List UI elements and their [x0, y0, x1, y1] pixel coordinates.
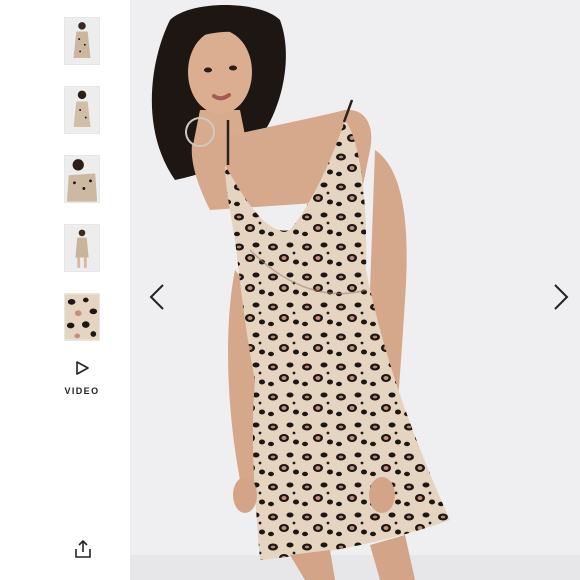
main-product-image[interactable] [130, 0, 580, 580]
model-back-thumbnail-image [65, 87, 99, 133]
chevron-left-icon [149, 284, 164, 310]
thumbnail-rail: VIDEO [0, 0, 130, 580]
fabric-detail-thumbnail-image [65, 294, 99, 340]
model-closeup-thumbnail-image [65, 156, 99, 202]
share-button[interactable] [72, 538, 94, 560]
video-label: VIDEO [64, 386, 100, 396]
leopard-dress-model-photo [130, 0, 580, 580]
thumbnail-2[interactable] [64, 86, 100, 134]
video-button[interactable]: VIDEO [60, 358, 104, 402]
play-icon [76, 361, 89, 375]
share-icon [75, 540, 91, 558]
previous-image-button[interactable] [146, 282, 168, 312]
thumbnail-5[interactable] [64, 293, 100, 341]
chevron-right-icon [554, 284, 569, 310]
thumbnail-1[interactable] [64, 17, 100, 65]
next-image-button[interactable] [550, 282, 572, 312]
model-side-thumbnail-image [65, 225, 99, 271]
model-front-thumbnail-image [65, 18, 99, 64]
thumbnail-4[interactable] [64, 224, 100, 272]
thumbnail-3[interactable] [64, 155, 100, 203]
